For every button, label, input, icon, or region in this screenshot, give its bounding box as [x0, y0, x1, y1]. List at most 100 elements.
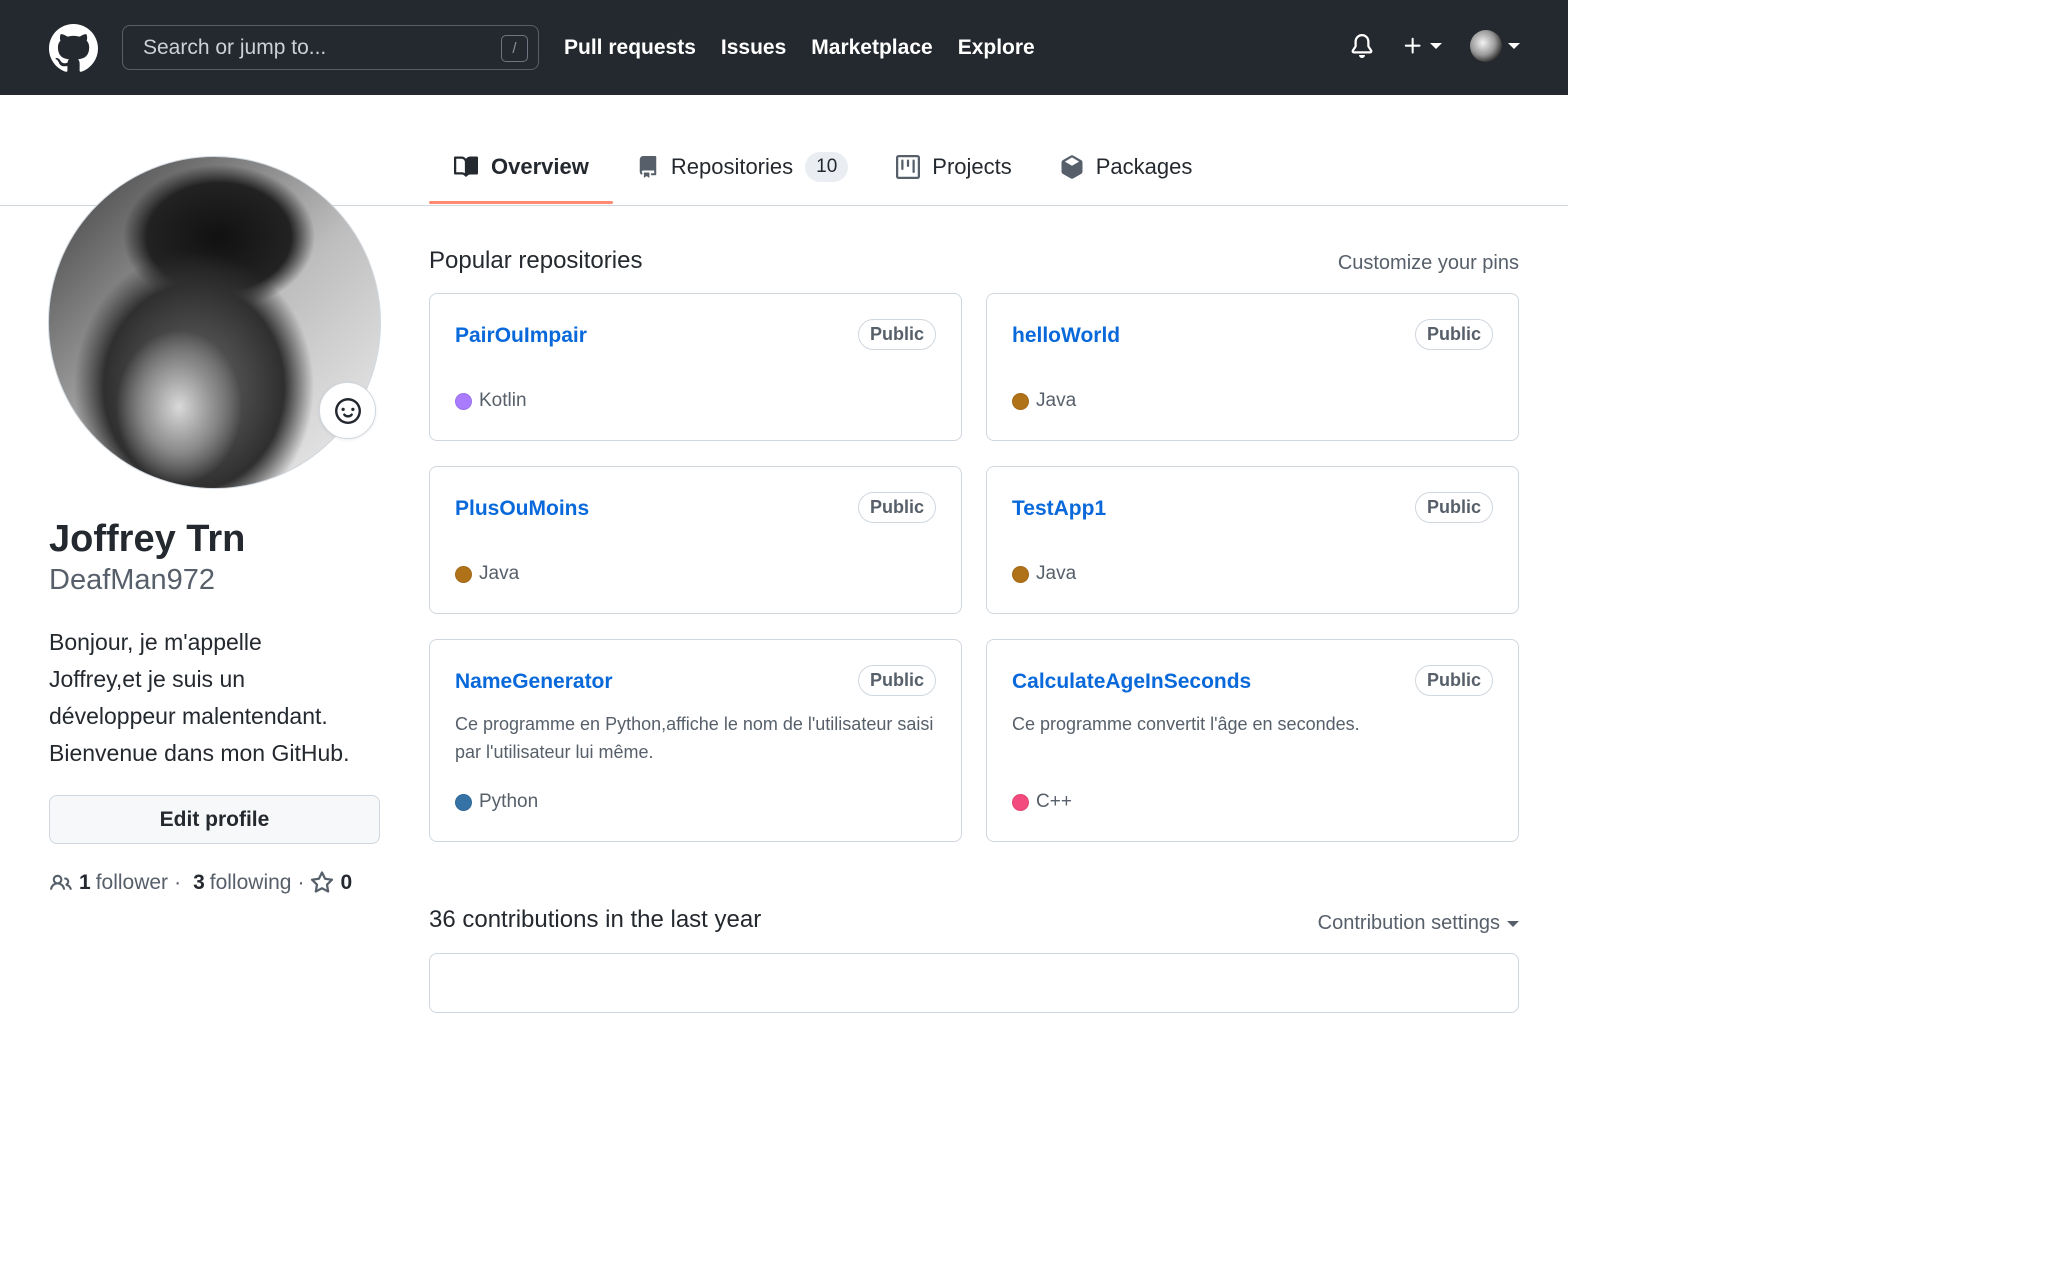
bio-line: Bonjour, je m'appelle — [49, 629, 262, 655]
repo-card: CalculateAgeInSeconds Public Ce programm… — [986, 639, 1519, 842]
avatar — [1470, 30, 1502, 62]
visibility-badge: Public — [1414, 492, 1493, 523]
following-count: 3 — [193, 871, 205, 894]
separator-dot: · — [174, 871, 182, 894]
bell-icon — [1351, 34, 1373, 58]
follow-stats: 1 follower · 3 following · 0 — [49, 871, 357, 895]
set-status-button[interactable] — [319, 382, 376, 439]
chevron-down-icon — [1507, 920, 1519, 927]
nav-explore[interactable]: Explore — [958, 34, 1035, 62]
nav-marketplace[interactable]: Marketplace — [811, 34, 932, 62]
language-label: C++ — [1036, 791, 1072, 812]
people-icon — [50, 874, 72, 890]
language-color-dot — [455, 392, 472, 410]
plus-icon — [1404, 37, 1421, 54]
language-label: Python — [479, 791, 539, 812]
visibility-badge: Public — [857, 319, 936, 350]
visibility-badge: Public — [1414, 665, 1493, 696]
repo-card: TestApp1 Public Java — [986, 466, 1519, 614]
repo-language: Python — [455, 791, 538, 813]
language-color-dot — [455, 565, 472, 583]
repo-language: Java — [1012, 563, 1076, 585]
repo-description: Ce programme en Python,affiche le nom de… — [455, 714, 934, 762]
tab-repositories-label: Repositories — [670, 154, 794, 179]
repo-name-link[interactable]: helloWorld — [1012, 324, 1120, 348]
create-new-button[interactable] — [1402, 35, 1442, 57]
language-color-dot — [1012, 392, 1029, 410]
separator-dot: · — [297, 871, 305, 894]
bio-line: Joffrey,et je suis un — [49, 666, 246, 692]
github-logo-icon[interactable] — [49, 24, 98, 73]
visibility-badge: Public — [1414, 319, 1493, 350]
repo-name-link[interactable]: NameGenerator — [455, 670, 613, 694]
stars-link[interactable]: 0 — [310, 871, 357, 895]
global-header: Search or jump to... / Pull requests Iss… — [0, 0, 1568, 95]
smiley-icon — [334, 397, 361, 424]
repo-language: Java — [1012, 390, 1076, 412]
followers-label: follower — [95, 871, 169, 894]
language-color-dot — [455, 793, 472, 811]
global-nav: Pull requests Issues Marketplace Explore — [564, 34, 1035, 62]
popular-repositories-heading: Popular repositories — [429, 247, 643, 274]
repo-card: PairOuImpair Public Kotlin — [429, 293, 962, 441]
star-icon — [311, 871, 334, 893]
profile-login: DeafMan972 — [49, 564, 216, 596]
avatar[interactable] — [48, 156, 381, 489]
contribution-graph — [429, 953, 1519, 1013]
profile-tabs: Overview Repositories 10 Projects Packag… — [429, 130, 1216, 206]
edit-profile-button[interactable]: Edit profile — [49, 795, 380, 844]
repo-icon — [639, 156, 657, 178]
repo-name-link[interactable]: PairOuImpair — [455, 324, 587, 348]
stars-count: 0 — [340, 871, 353, 894]
language-color-dot — [1012, 793, 1029, 811]
search-placeholder: Search or jump to... — [143, 35, 327, 59]
language-label: Java — [1036, 563, 1077, 584]
tab-packages-label: Packages — [1095, 154, 1193, 179]
tab-repositories[interactable]: Repositories 10 — [613, 130, 872, 204]
header-actions — [1350, 30, 1520, 62]
bio-line: Bienvenue dans mon GitHub. — [49, 740, 350, 766]
contributions-heading: 36 contributions in the last year — [429, 906, 762, 933]
repo-card: PlusOuMoins Public Java — [429, 466, 962, 614]
project-icon — [896, 155, 921, 179]
repo-language: Kotlin — [455, 390, 527, 412]
repo-name-link[interactable]: PlusOuMoins — [455, 497, 589, 521]
chevron-down-icon — [1508, 43, 1520, 49]
language-label: Java — [479, 563, 520, 584]
language-label: Kotlin — [479, 390, 527, 411]
contribution-settings-dropdown[interactable]: Contribution settings — [1318, 912, 1519, 935]
nav-issues[interactable]: Issues — [721, 34, 786, 62]
notifications-button[interactable] — [1350, 33, 1374, 59]
tab-packages[interactable]: Packages — [1036, 130, 1217, 204]
tab-projects[interactable]: Projects — [872, 130, 1035, 204]
user-menu-button[interactable] — [1470, 30, 1520, 62]
followers-link[interactable]: 1 follower — [73, 871, 168, 895]
tab-overview[interactable]: Overview — [429, 130, 613, 204]
repositories-count-badge: 10 — [805, 152, 849, 182]
tab-projects-label: Projects — [932, 154, 1012, 179]
package-icon — [1061, 155, 1083, 179]
chevron-down-icon — [1430, 43, 1442, 49]
bio-line: développeur malentendant. — [49, 703, 328, 729]
repo-name-link[interactable]: TestApp1 — [1012, 497, 1106, 521]
following-label: following — [209, 871, 292, 894]
following-link[interactable]: 3 following — [187, 871, 291, 895]
nav-pull-requests[interactable]: Pull requests — [564, 34, 696, 62]
repo-description: Ce programme convertit l'âge en secondes… — [1012, 714, 1360, 734]
visibility-badge: Public — [857, 665, 936, 696]
profile-name: Joffrey Trn — [49, 518, 246, 560]
search-input[interactable]: Search or jump to... / — [122, 25, 539, 70]
followers-count: 1 — [79, 871, 91, 894]
customize-pins-link[interactable]: Customize your pins — [1338, 252, 1519, 275]
repo-language: Java — [455, 563, 519, 585]
profile-bio: Bonjour, je m'appelle Joffrey,et je suis… — [49, 624, 389, 772]
profile-avatar-container — [48, 156, 381, 489]
language-label: Java — [1036, 390, 1077, 411]
book-icon — [454, 156, 479, 177]
visibility-badge: Public — [857, 492, 936, 523]
language-color-dot — [1012, 565, 1029, 583]
repo-card: helloWorld Public Java — [986, 293, 1519, 441]
repo-language: C++ — [1012, 791, 1072, 813]
repo-name-link[interactable]: CalculateAgeInSeconds — [1012, 670, 1251, 694]
search-shortcut-key: / — [501, 35, 528, 62]
